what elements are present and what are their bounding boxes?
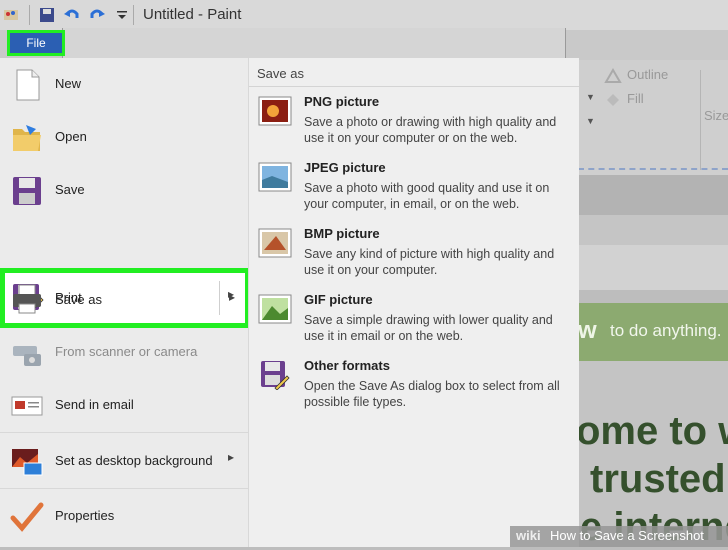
option-description: Save a photo or drawing with high qualit…	[304, 115, 557, 145]
option-title: BMP picture	[304, 226, 380, 241]
web-content: ome to w trusted e interne	[576, 361, 728, 549]
save-as-png[interactable]: PNG picture Save a photo or drawing with…	[257, 94, 575, 156]
save-as-bmp[interactable]: BMP picture Save any kind of picture wit…	[257, 226, 575, 288]
undo-icon[interactable]	[63, 6, 81, 24]
web-banner: w to do anything.	[578, 303, 728, 361]
printer-icon	[13, 284, 41, 314]
outline-icon	[604, 68, 622, 83]
menu-item-label: From scanner or camera	[55, 344, 198, 359]
more-shapes-icon[interactable]: ▼	[586, 116, 595, 126]
menu-separator	[0, 488, 248, 489]
menu-item-print[interactable]: Print ▸	[0, 272, 248, 324]
banner-logo-text: w	[578, 317, 597, 344]
save-as-gif[interactable]: GIF picture Save a simple drawing with l…	[257, 292, 575, 354]
outline-label[interactable]: Outline	[627, 67, 668, 82]
canvas-area	[578, 215, 728, 245]
option-title: PNG picture	[304, 94, 380, 109]
other-formats-icon	[261, 361, 290, 390]
save-as-submenu: Save as PNG picture Save a photo or draw…	[248, 58, 579, 547]
menu-separator	[0, 432, 248, 433]
chevron-right-icon[interactable]: ▸	[228, 450, 234, 464]
menu-item-send-email[interactable]: Send in email	[0, 379, 248, 431]
canvas-border	[578, 168, 728, 170]
png-picture-icon	[258, 96, 292, 126]
save-icon[interactable]	[38, 6, 56, 24]
menu-item-label: Open	[55, 129, 87, 144]
save-disk-icon	[13, 177, 41, 205]
option-title: GIF picture	[304, 292, 373, 307]
desktop-background-icon	[12, 449, 43, 476]
save-as-other-formats[interactable]: Other formats Open the Save As dialog bo…	[257, 358, 575, 420]
divider	[249, 86, 579, 87]
gif-picture-icon	[258, 294, 292, 324]
scroll-down-arrow-icon[interactable]: ▼	[586, 92, 595, 102]
chevron-right-icon[interactable]: ▸	[228, 287, 234, 301]
banner-tagline: to do anything.	[610, 321, 722, 340]
redo-icon[interactable]	[88, 6, 106, 24]
watermark: wiki How to Save a Screenshot	[510, 526, 728, 547]
canvas-area	[578, 175, 728, 215]
menu-item-label: Save	[55, 182, 85, 197]
option-title: JPEG picture	[304, 160, 386, 175]
watermark-brand: wiki	[516, 528, 541, 543]
ribbon-divider	[700, 70, 701, 170]
canvas-area	[578, 245, 728, 290]
option-description: Save any kind of picture with high quali…	[304, 247, 555, 277]
menu-item-label: Set as desktop background	[55, 453, 213, 468]
checkmark-icon	[10, 502, 44, 532]
file-menu: New Open Save Save as ▸ Print ▸ From sca…	[0, 58, 250, 547]
fill-label[interactable]: Fill	[627, 91, 644, 106]
menu-item-set-desktop-background[interactable]: Set as desktop background ▸	[0, 435, 248, 487]
divider	[29, 5, 30, 25]
bmp-picture-icon	[258, 228, 292, 258]
size-label[interactable]: Size	[704, 108, 728, 123]
menu-item-save[interactable]: Save	[0, 164, 248, 216]
web-heading-line: ome to w	[576, 409, 728, 453]
menu-item-label: Print	[55, 290, 82, 305]
option-description: Save a photo with good quality and use i…	[304, 181, 550, 211]
jpeg-picture-icon	[258, 162, 292, 192]
customize-toolbar-icon[interactable]	[113, 6, 131, 24]
menu-item-label: Properties	[55, 508, 115, 523]
web-heading-line: trusted	[590, 457, 726, 501]
menu-item-properties[interactable]: Properties	[0, 490, 248, 542]
watermark-text: How to Save a Screenshot	[550, 528, 704, 543]
option-title: Other formats	[304, 358, 390, 373]
submenu-header: Save as	[257, 66, 304, 81]
menu-item-new[interactable]: New	[0, 58, 248, 110]
option-description: Save a simple drawing with lower quality…	[304, 313, 553, 343]
menu-item-open[interactable]: Open	[0, 111, 248, 163]
ribbon-tab-area	[62, 28, 566, 59]
title-bar: Untitled - Paint	[0, 0, 728, 30]
menu-item-from-scanner[interactable]: From scanner or camera	[0, 326, 248, 378]
scanner-camera-icon	[13, 346, 41, 366]
divider	[133, 5, 134, 25]
file-tab-button[interactable]: File	[7, 30, 65, 56]
paint-app-icon[interactable]	[2, 6, 20, 24]
email-icon	[11, 396, 43, 416]
ribbon-shapes-group: Outline Fill Size ▼ ▼	[578, 60, 728, 180]
menu-item-label: New	[55, 76, 82, 91]
option-description: Open the Save As dialog box to select fr…	[304, 379, 560, 409]
menu-item-label: Send in email	[55, 397, 134, 412]
save-as-jpeg[interactable]: JPEG picture Save a photo with good qual…	[257, 160, 575, 222]
open-folder-icon	[13, 125, 41, 151]
new-file-icon	[16, 69, 40, 101]
window-title: Untitled - Paint	[143, 6, 242, 23]
fill-icon	[607, 94, 619, 106]
